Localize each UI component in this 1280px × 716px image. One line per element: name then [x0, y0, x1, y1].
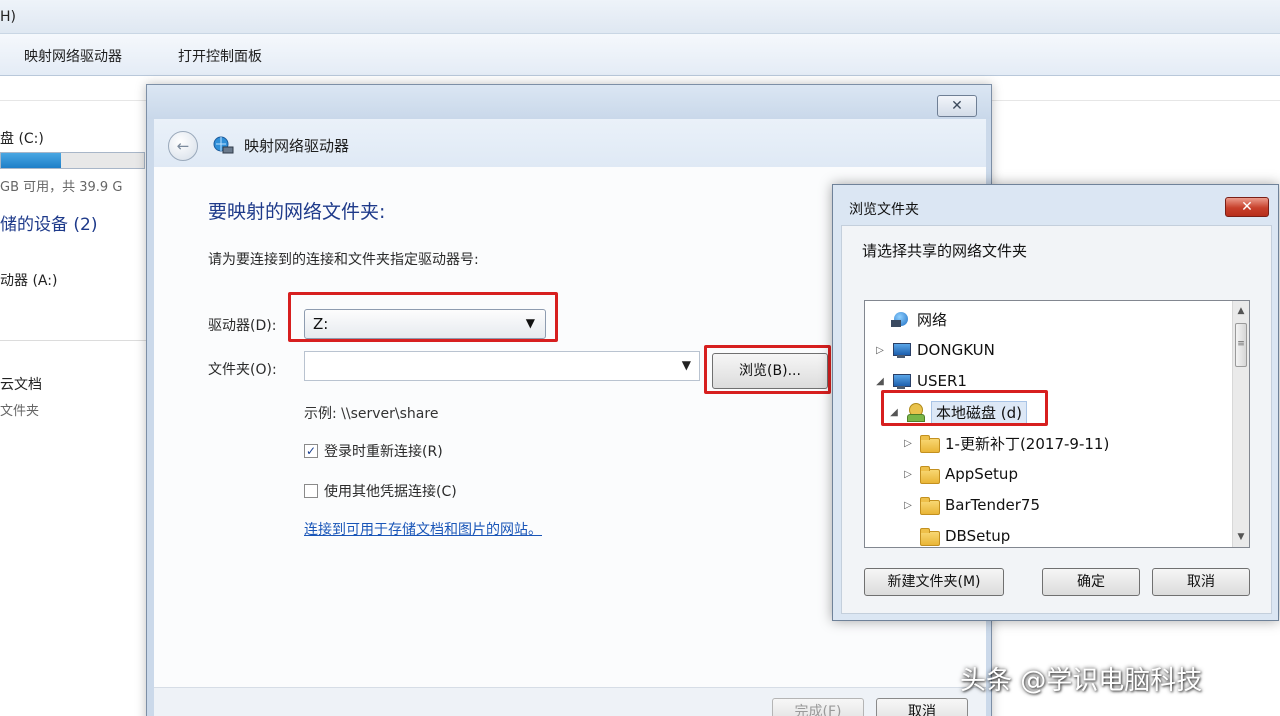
tree-item-label: DBSetup [945, 527, 1011, 545]
scroll-up-icon[interactable]: ▲ [1233, 303, 1249, 319]
browse-dialog-close-button[interactable]: ✕ [1225, 197, 1269, 217]
close-icon: ✕ [1241, 199, 1253, 215]
highlight-drive-select [288, 292, 558, 342]
back-button[interactable]: ← [168, 131, 198, 161]
folder-icon [919, 527, 940, 546]
expand-arrow-icon[interactable]: ▷ [903, 500, 913, 511]
computer-icon [891, 341, 911, 359]
tree-item-folder[interactable]: ▷ BarTender75 [903, 493, 1040, 517]
network-icon [891, 310, 911, 328]
library-title[interactable]: 云文档 [0, 374, 42, 394]
wizard-description: 请为要连接到的连接和文件夹指定驱动器号: [208, 252, 479, 268]
collapse-arrow-icon[interactable]: ◢ [875, 376, 885, 387]
folder-icon [919, 434, 940, 453]
ok-button[interactable]: 确定 [1042, 568, 1140, 596]
tree-item-label: BarTender75 [945, 496, 1041, 514]
other-credentials-checkbox[interactable] [304, 484, 318, 498]
divider [990, 100, 1280, 101]
connect-website-link[interactable]: 连接到可用于存储文档和图片的网站。 [304, 519, 542, 539]
wizard-frame-left [147, 119, 154, 716]
library-subtitle: 文件夹 [0, 404, 40, 419]
highlight-local-disk [881, 390, 1048, 426]
reconnect-checkbox[interactable]: ✓ [304, 444, 318, 458]
tree-item-label: 网络 [917, 310, 948, 329]
tree-item-label: DONGKUN [917, 341, 995, 359]
finish-button[interactable]: 完成(F) [772, 698, 864, 716]
scroll-down-icon[interactable]: ▼ [1233, 529, 1249, 545]
path-example: 示例: \\server\share [304, 406, 439, 422]
explorer-menu-strip: H) [0, 0, 1280, 34]
tree-item-dongkun[interactable]: ▷ DONGKUN [875, 338, 995, 362]
removable-group-title: 储的设备 (2) [0, 215, 98, 235]
browse-dialog-title: 浏览文件夹 [849, 202, 919, 218]
other-credentials-label: 使用其他凭据连接(C) [324, 484, 457, 500]
tree-item-label: 1-更新补丁(2017-9-11) [945, 434, 1110, 453]
wizard-close-button[interactable]: ✕ [937, 95, 977, 117]
drive-label: 驱动器(D): [208, 318, 277, 334]
explorer-toolbar: 映射网络驱动器 打开控制面板 [0, 34, 1280, 76]
highlight-browse-button [704, 345, 831, 394]
tree-item-label: USER1 [917, 372, 967, 390]
folder-label: 文件夹(O): [208, 362, 277, 378]
drive-a-label[interactable]: 动器 (A:) [0, 270, 57, 290]
network-drive-icon [213, 136, 234, 154]
expand-arrow-icon[interactable]: ▷ [903, 469, 913, 480]
wizard-footer: 完成(F) 取消 [154, 687, 986, 716]
folder-icon [919, 496, 940, 515]
disk-c-usage-fill [1, 153, 62, 168]
cancel-button[interactable]: 取消 [876, 698, 968, 716]
reconnect-label: 登录时重新连接(R) [324, 444, 443, 460]
wizard-header: ← 映射网络驱动器 [154, 119, 986, 167]
new-folder-button[interactable]: 新建文件夹(M) [864, 568, 1004, 596]
tree-item-folder[interactable]: ▷ AppSetup [903, 462, 1018, 486]
tree-item-folder[interactable]: DBSetup [903, 524, 1011, 547]
close-icon: ✕ [951, 98, 963, 114]
menu-fragment[interactable]: H) [0, 9, 16, 25]
divider [0, 100, 148, 101]
browse-cancel-button[interactable]: 取消 [1152, 568, 1250, 596]
wizard-title: 映射网络驱动器 [244, 137, 350, 155]
disk-c-label[interactable]: 盘 (C:) [0, 128, 44, 148]
back-arrow-icon: ← [176, 137, 190, 155]
other-credentials-option[interactable]: 使用其他凭据连接(C) [304, 481, 457, 501]
expand-arrow-icon[interactable]: ▷ [875, 345, 885, 356]
tree-item-folder[interactable]: ▷ 1-更新补丁(2017-9-11) [903, 431, 1109, 455]
scroll-thumb[interactable]: ≡ [1235, 323, 1247, 367]
reconnect-option[interactable]: ✓ 登录时重新连接(R) [304, 441, 443, 461]
tree-scrollbar[interactable]: ▲ ≡ ▼ [1232, 301, 1249, 547]
folder-path-input[interactable]: ▼ [304, 351, 700, 381]
browse-dialog-prompt: 请选择共享的网络文件夹 [862, 242, 1028, 260]
expand-arrow-icon[interactable]: ▷ [903, 438, 913, 449]
disk-c-space: GB 可用，共 39.9 G [0, 180, 123, 195]
divider [0, 340, 148, 341]
tree-item-network[interactable]: 网络 [875, 307, 947, 331]
wizard-frame-top [147, 85, 991, 119]
computer-icon [891, 372, 911, 390]
disk-c-usage-bar [0, 152, 145, 169]
map-network-drive-button[interactable]: 映射网络驱动器 [24, 46, 122, 66]
open-control-panel-button[interactable]: 打开控制面板 [178, 46, 262, 66]
watermark: 头条 @学识电脑科技 [960, 666, 1203, 696]
chevron-down-icon[interactable]: ▼ [682, 358, 691, 372]
tree-item-label: AppSetup [945, 465, 1018, 483]
folder-icon [919, 465, 940, 484]
wizard-heading: 要映射的网络文件夹: [208, 201, 386, 223]
